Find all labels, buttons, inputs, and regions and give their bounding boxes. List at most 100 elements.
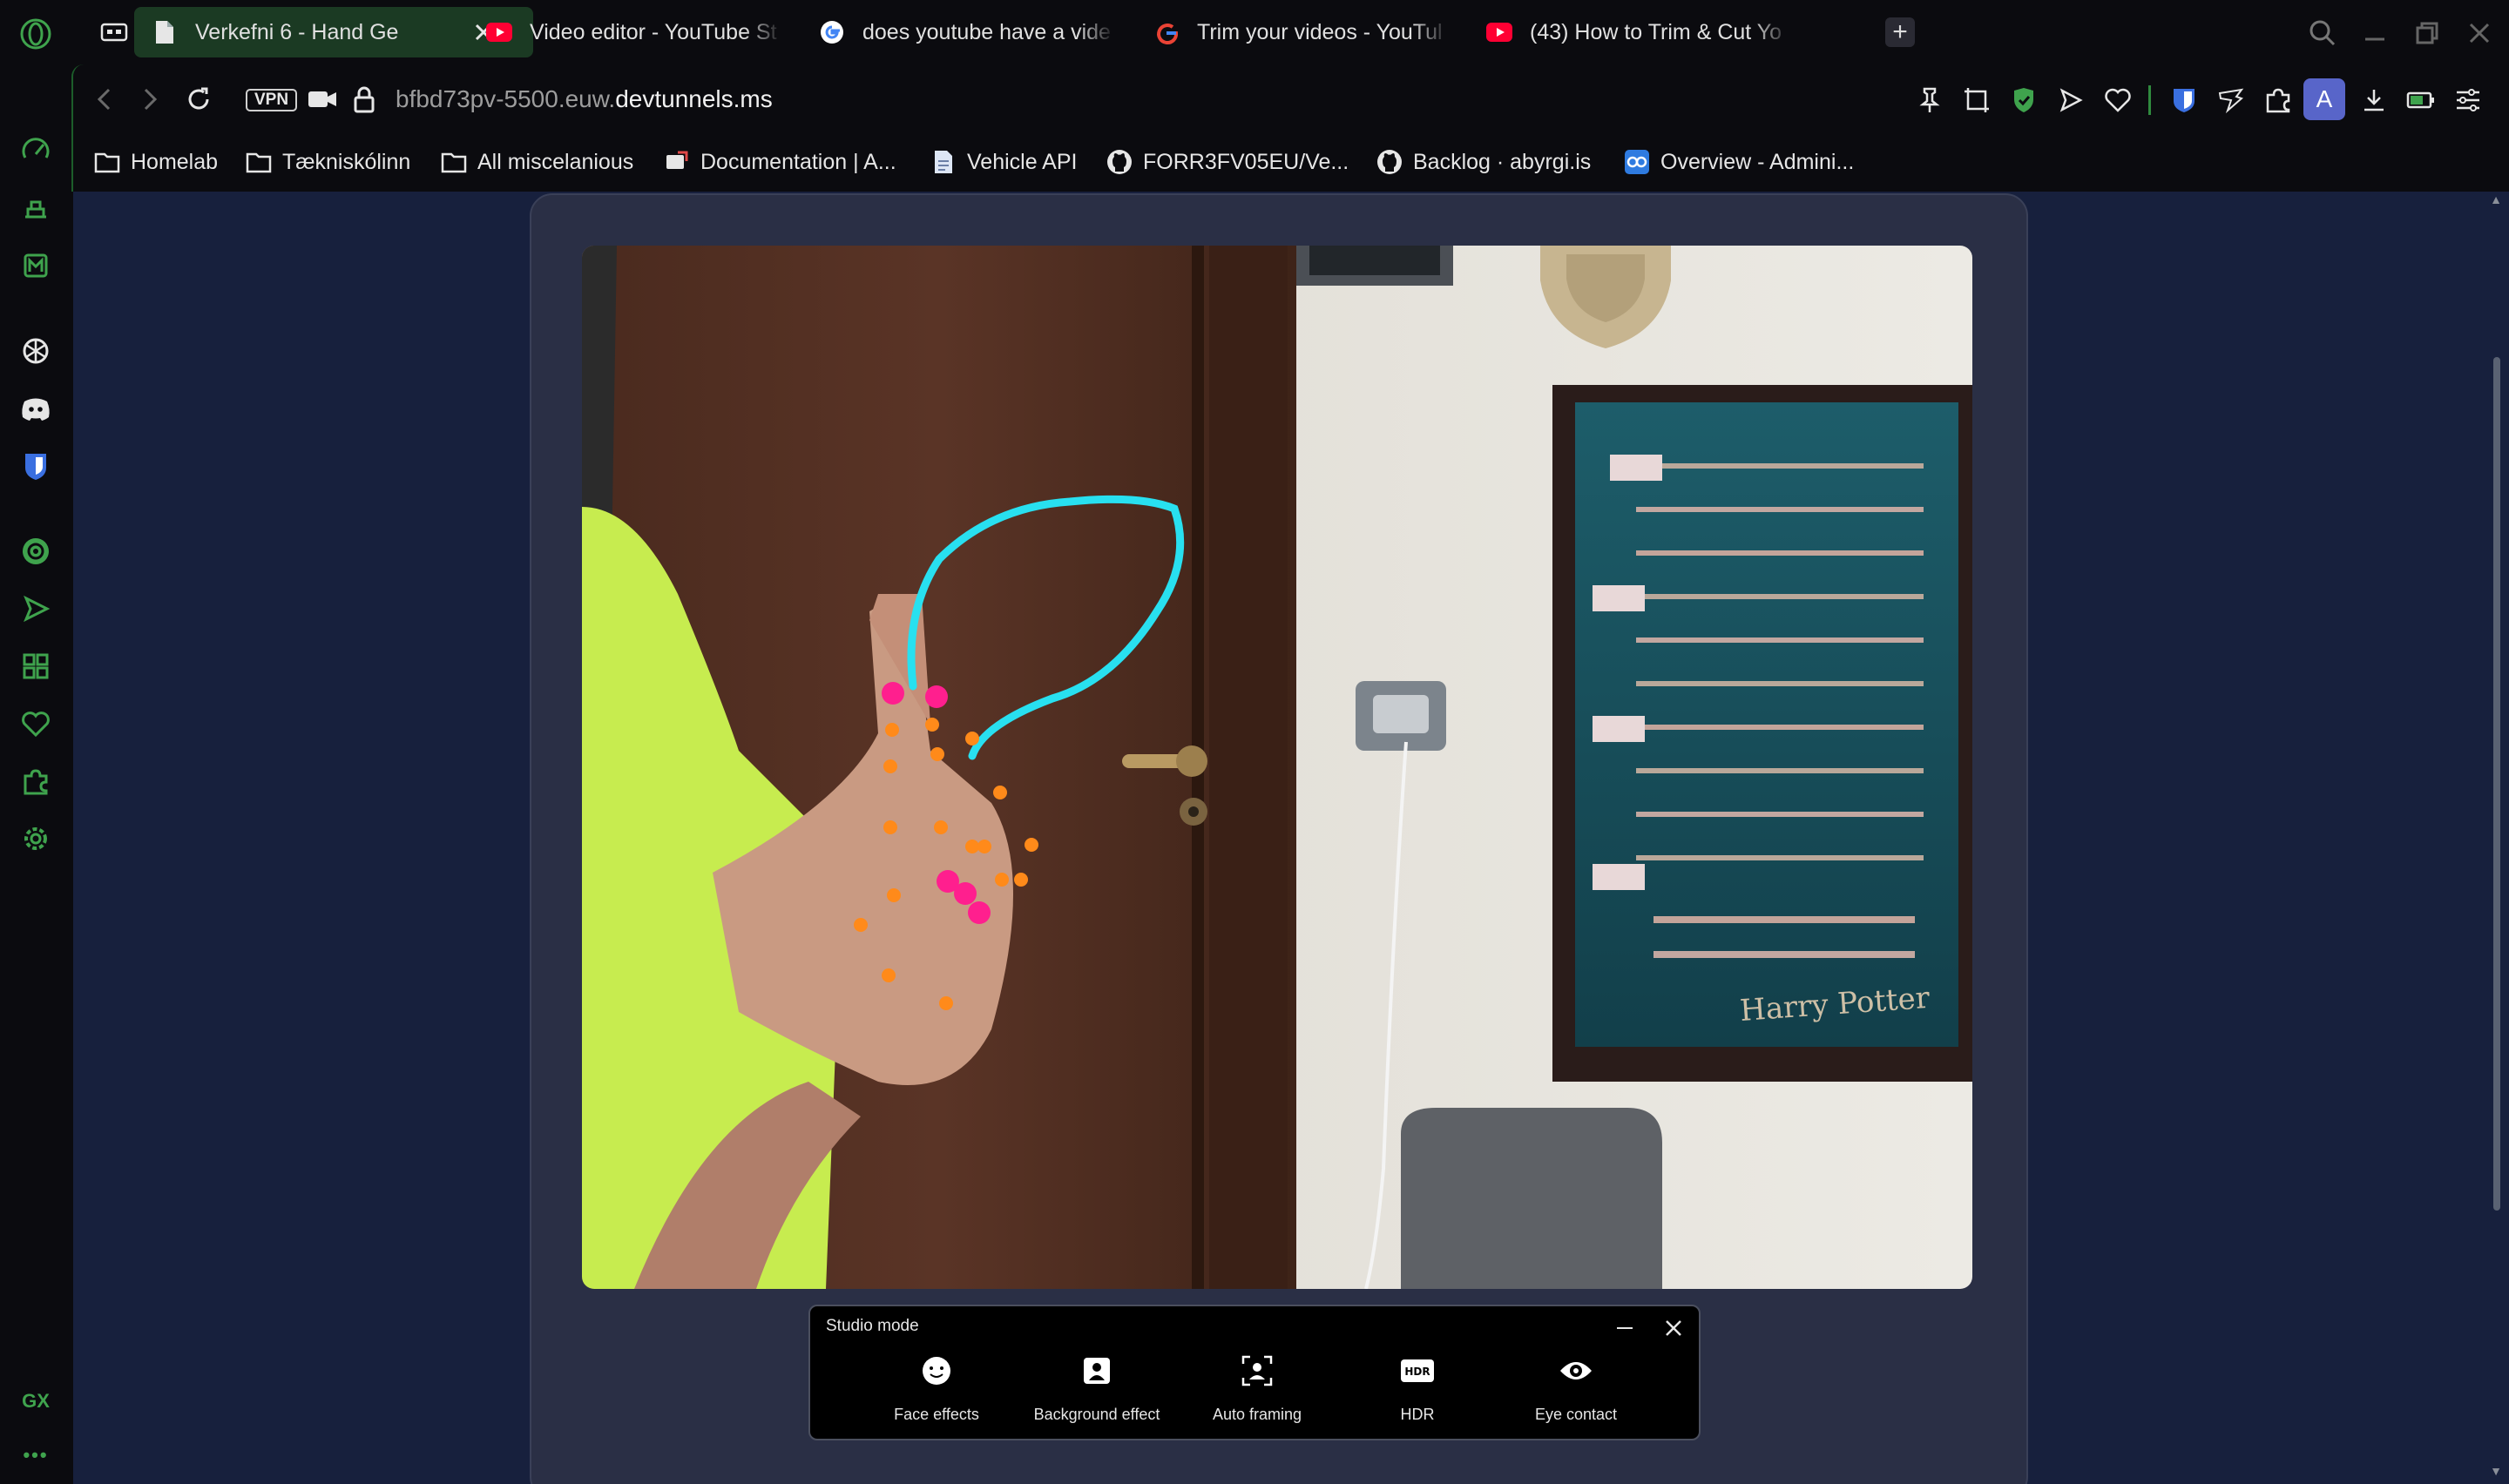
tab-menu-icon[interactable] (92, 7, 136, 57)
bookmark-item[interactable]: Documentation | A... (664, 145, 896, 179)
document-icon (152, 19, 178, 45)
camera-icon[interactable] (303, 80, 342, 118)
face-effects-button[interactable]: Face effects (862, 1353, 1011, 1424)
tab-4[interactable]: (43) How to Trim & Cut Yo (1469, 7, 1843, 57)
address-bar-row: VPN bfbd73pv-5500.euw.devtunnels.ms A (71, 64, 2509, 134)
settings-icon[interactable] (14, 817, 57, 860)
bitwarden-icon[interactable] (14, 444, 57, 488)
github-icon (1106, 149, 1133, 175)
download-icon[interactable] (2356, 82, 2392, 118)
extensions-icon[interactable] (14, 759, 57, 803)
bitwarden-extension-icon[interactable] (2166, 82, 2202, 118)
tab-1[interactable]: Video editor - YouTube St (469, 7, 843, 57)
framing-icon (1240, 1353, 1275, 1388)
discord-icon[interactable] (14, 387, 57, 430)
face-icon (919, 1353, 954, 1388)
google-icon (1153, 19, 1180, 45)
new-tab-button[interactable]: + (1885, 17, 1915, 47)
feature-label: Background effect (1033, 1406, 1160, 1423)
hdr-icon: HDR (1400, 1353, 1435, 1388)
tab-2[interactable]: does youtube have a vide (801, 7, 1176, 57)
feature-label: Auto framing (1212, 1406, 1302, 1423)
workspaces-icon[interactable] (14, 644, 57, 688)
gx-control-icon[interactable] (14, 129, 57, 172)
scroll-thumb[interactable] (2493, 357, 2500, 1211)
bookmark-item[interactable]: All miscelanious (441, 145, 633, 179)
scroll-down-icon[interactable]: ▼ (2490, 1465, 2502, 1477)
folder-icon (94, 149, 120, 175)
minimize-panel-icon[interactable] (1610, 1313, 1640, 1343)
pin-icon[interactable] (1911, 82, 1948, 118)
bookmarks-bar: Homelab Tækniskólinn All miscelanious Do… (71, 134, 2509, 192)
webcam-frame: Harry Potter (582, 246, 1972, 1289)
search-tabs-icon[interactable] (2305, 16, 2340, 51)
heart-icon[interactable] (2100, 82, 2136, 118)
bookmark-label: FORR3FV05EU/Ve... (1143, 149, 1349, 174)
snapshot-icon[interactable] (1958, 82, 1995, 118)
lasso-extension-icon[interactable] (2213, 82, 2249, 118)
profile-avatar[interactable]: A (2303, 78, 2345, 120)
youtube-icon (486, 19, 512, 45)
scroll-up-icon[interactable]: ▲ (2490, 193, 2502, 206)
page-icon (930, 149, 957, 175)
close-panel-icon[interactable] (1659, 1313, 1688, 1343)
opera-logo-icon[interactable] (14, 12, 57, 56)
flow-send-icon[interactable] (2053, 82, 2089, 118)
bookmark-item[interactable]: Overview - Admini... (1624, 145, 1854, 179)
sidebar-more-icon[interactable]: ••• (0, 1444, 71, 1467)
bookmark-item[interactable]: FORR3FV05EU/Ve... (1106, 145, 1349, 179)
gx-sidebar: GX ••• (0, 0, 71, 1484)
bookmark-item[interactable]: Backlog · abyrgi.is (1376, 145, 1591, 179)
battery-saver-icon[interactable] (2403, 82, 2439, 118)
bookmark-item[interactable]: Vehicle API (930, 145, 1077, 179)
feature-label: HDR (1400, 1406, 1435, 1423)
music-icon[interactable] (14, 530, 57, 573)
restore-icon[interactable] (2410, 16, 2445, 51)
minimize-icon[interactable] (2357, 16, 2392, 51)
url-field[interactable]: bfbd73pv-5500.euw.devtunnels.ms (396, 85, 773, 113)
auto-framing-button[interactable]: Auto framing (1183, 1353, 1331, 1424)
media-icon[interactable] (14, 244, 57, 287)
extensions-puzzle-icon[interactable] (2260, 82, 2296, 118)
docs-icon (664, 149, 690, 175)
bookmark-label: Homelab (131, 149, 219, 174)
vpn-badge[interactable]: VPN (246, 89, 298, 111)
webcam-video: Harry Potter (582, 246, 1972, 1289)
background-effect-button[interactable]: Background effect (1023, 1353, 1171, 1424)
bookmark-label: Tækniskólinn (282, 149, 411, 174)
lock-icon[interactable] (345, 80, 383, 118)
favorites-icon[interactable] (14, 702, 57, 745)
eye-contact-button[interactable]: Eye contact (1502, 1353, 1650, 1424)
back-icon[interactable] (85, 80, 124, 118)
tab-title: (43) How to Trim & Cut Yo (1530, 19, 1782, 44)
page-scrollbar[interactable]: ▲ ▼ (2483, 192, 2509, 1484)
bookmark-label: Overview - Admini... (1660, 149, 1855, 174)
url-prefix: bfbd73pv-5500.euw. (396, 85, 616, 112)
flow-icon[interactable] (14, 587, 57, 631)
tab-3[interactable]: Trim your videos - YouTul (1136, 7, 1511, 57)
background-icon (1079, 1353, 1114, 1388)
close-window-icon[interactable] (2462, 16, 2497, 51)
gx-cleaner-icon[interactable] (14, 186, 57, 230)
github-icon (1376, 149, 1403, 175)
tab-title: Trim your videos - YouTul (1197, 19, 1443, 44)
bookmark-label: Vehicle API (967, 149, 1078, 174)
azure-icon (1624, 149, 1650, 175)
eye-icon (1559, 1353, 1593, 1388)
studio-mode-panel: Studio mode Face effects Background effe… (808, 1305, 1701, 1440)
tab-title: Video editor - YouTube St (530, 19, 777, 44)
forward-icon[interactable] (131, 80, 169, 118)
folder-icon (246, 149, 272, 175)
gx-label: GX (22, 1390, 50, 1412)
bookmark-item[interactable]: Tækniskólinn (246, 145, 410, 179)
easy-setup-icon[interactable] (2450, 82, 2486, 118)
bookmark-item[interactable]: Homelab (94, 145, 218, 179)
bookmark-label: Documentation | A... (700, 149, 896, 174)
bookmark-label: All miscelanious (477, 149, 634, 174)
shield-icon[interactable] (2005, 82, 2042, 118)
hdr-button[interactable]: HDR HDR (1343, 1353, 1491, 1424)
chatgpt-icon[interactable] (14, 329, 57, 373)
bookmark-label: Backlog · abyrgi.is (1413, 149, 1592, 174)
tab-title: does youtube have a vide (862, 19, 1111, 44)
reload-icon[interactable] (179, 80, 218, 118)
